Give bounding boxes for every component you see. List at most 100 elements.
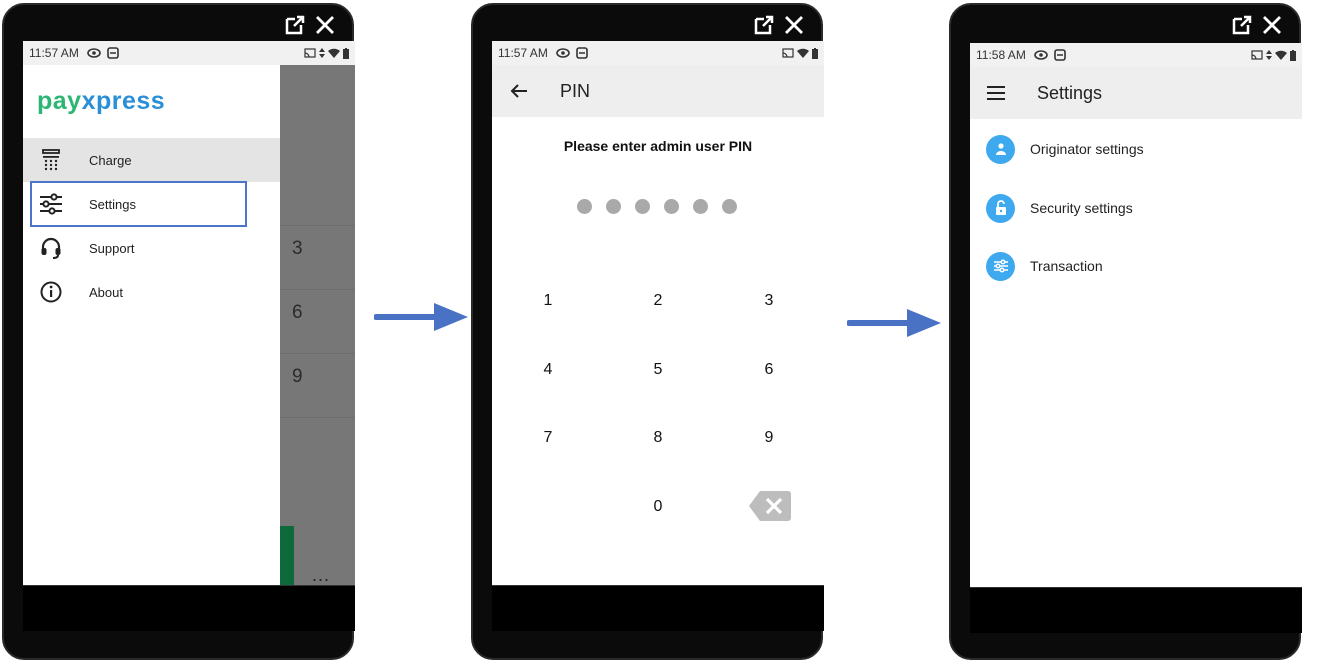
menu-item-charge[interactable]: Charge [23, 138, 280, 182]
settings-label-transaction: Transaction [1030, 258, 1103, 274]
unlock-icon [986, 193, 1015, 223]
close-icon[interactable] [1261, 14, 1283, 36]
bg-key-3: 3 [280, 225, 355, 289]
eye-icon [556, 48, 570, 58]
window-controls [1231, 14, 1283, 36]
info-icon [23, 281, 89, 303]
settings-label-security: Security settings [1030, 200, 1133, 216]
external-link-icon[interactable] [753, 14, 775, 36]
arrow-right-icon [847, 309, 941, 337]
settings-item-originator[interactable]: Originator settings [970, 129, 1302, 169]
arrow-right-icon [374, 303, 468, 331]
screen-2: 11:57 AM PIN Please enter admin user PIN… [492, 41, 824, 585]
wifi-icon [797, 48, 809, 58]
wifi-icon [328, 48, 340, 58]
menu-label-about: About [89, 284, 123, 300]
system-nav-bar [970, 587, 1302, 633]
pin-dot [664, 199, 679, 214]
external-link-icon[interactable] [284, 14, 306, 36]
external-link-icon[interactable] [1231, 14, 1253, 36]
pin-dot [577, 199, 592, 214]
person-icon [986, 134, 1015, 164]
cast-icon [782, 48, 794, 58]
calculator-icon [23, 149, 89, 171]
pin-dot [606, 199, 621, 214]
remote-icon [1054, 49, 1066, 61]
system-nav-bar [23, 585, 355, 631]
settings-highlight [30, 181, 247, 227]
bg-row [280, 417, 355, 527]
navigation-drawer: payxpress Charge Settings Support About [23, 65, 280, 585]
sliders-icon [986, 251, 1015, 281]
status-icons [782, 47, 818, 59]
eye-icon [87, 48, 101, 58]
key-9[interactable]: 9 [739, 418, 799, 458]
battery-icon [1290, 49, 1296, 61]
pin-indicator [577, 199, 737, 214]
data-icon [1266, 50, 1272, 60]
page-title: Settings [1037, 82, 1103, 103]
status-bar: 11:57 AM [23, 41, 355, 65]
key-4[interactable]: 4 [518, 350, 578, 390]
status-time: 11:57 AM [29, 46, 79, 60]
status-bar: 11:57 AM [492, 41, 824, 65]
key-3[interactable]: 3 [739, 281, 799, 321]
status-time: 11:58 AM [976, 48, 1026, 62]
background-keypad: 3 6 9 ... [280, 65, 355, 585]
page-title: PIN [560, 80, 591, 101]
data-icon [319, 48, 325, 58]
hamburger-menu-icon[interactable] [987, 86, 1005, 100]
menu-item-about[interactable]: About [23, 270, 280, 314]
backspace-icon[interactable] [748, 489, 792, 523]
pin-dot [722, 199, 737, 214]
settings-item-security[interactable]: Security settings [970, 188, 1302, 228]
app-bar: PIN [492, 65, 824, 117]
payxpress-logo: payxpress [37, 87, 166, 115]
device-frame-2: 11:57 AM PIN Please enter admin user PIN… [471, 3, 824, 660]
screen-1: 3 6 9 ... 11:57 AM payxpress Charge Sett… [23, 41, 355, 585]
key-5[interactable]: 5 [628, 350, 688, 390]
device-frame-1: 3 6 9 ... 11:57 AM payxpress Charge Sett… [2, 3, 355, 660]
key-7[interactable]: 7 [518, 418, 578, 458]
remote-icon [576, 47, 588, 59]
back-arrow-icon[interactable] [510, 83, 528, 99]
menu-item-support[interactable]: Support [23, 226, 280, 270]
bg-key-6: 6 [280, 289, 355, 353]
cast-icon [1251, 50, 1263, 60]
bg-green-strip [280, 526, 294, 585]
pin-prompt: Please enter admin user PIN [563, 138, 753, 154]
key-6[interactable]: 6 [739, 350, 799, 390]
headset-icon [23, 237, 89, 259]
close-icon[interactable] [783, 14, 805, 36]
more-options-icon[interactable]: ... [312, 565, 330, 585]
key-1[interactable]: 1 [518, 281, 578, 321]
system-nav-bar [492, 585, 824, 631]
pin-dot [635, 199, 650, 214]
pin-dot [693, 199, 708, 214]
battery-icon [343, 47, 349, 59]
wifi-icon [1275, 50, 1287, 60]
bg-appbar [280, 65, 355, 151]
window-controls [284, 14, 336, 36]
menu-label-charge: Charge [89, 152, 132, 168]
key-8[interactable]: 8 [628, 418, 688, 458]
bg-key-9: 9 [280, 353, 355, 417]
device-frame-3: 11:58 AM Settings Originator settings Se… [949, 3, 1302, 660]
screen-3: 11:58 AM Settings Originator settings Se… [970, 43, 1302, 587]
status-icons [304, 47, 349, 59]
eye-icon [1034, 50, 1048, 60]
remote-icon [107, 47, 119, 59]
menu-label-support: Support [89, 240, 135, 256]
status-bar: 11:58 AM [970, 43, 1302, 67]
status-icons [1251, 49, 1296, 61]
window-controls [753, 14, 805, 36]
status-time: 11:57 AM [498, 46, 548, 60]
settings-item-transaction[interactable]: Transaction [970, 246, 1302, 286]
close-icon[interactable] [314, 14, 336, 36]
app-bar: Settings [970, 67, 1302, 119]
settings-label-originator: Originator settings [1030, 141, 1144, 157]
key-0[interactable]: 0 [628, 487, 688, 527]
battery-icon [812, 47, 818, 59]
key-2[interactable]: 2 [628, 281, 688, 321]
cast-icon [304, 48, 316, 58]
